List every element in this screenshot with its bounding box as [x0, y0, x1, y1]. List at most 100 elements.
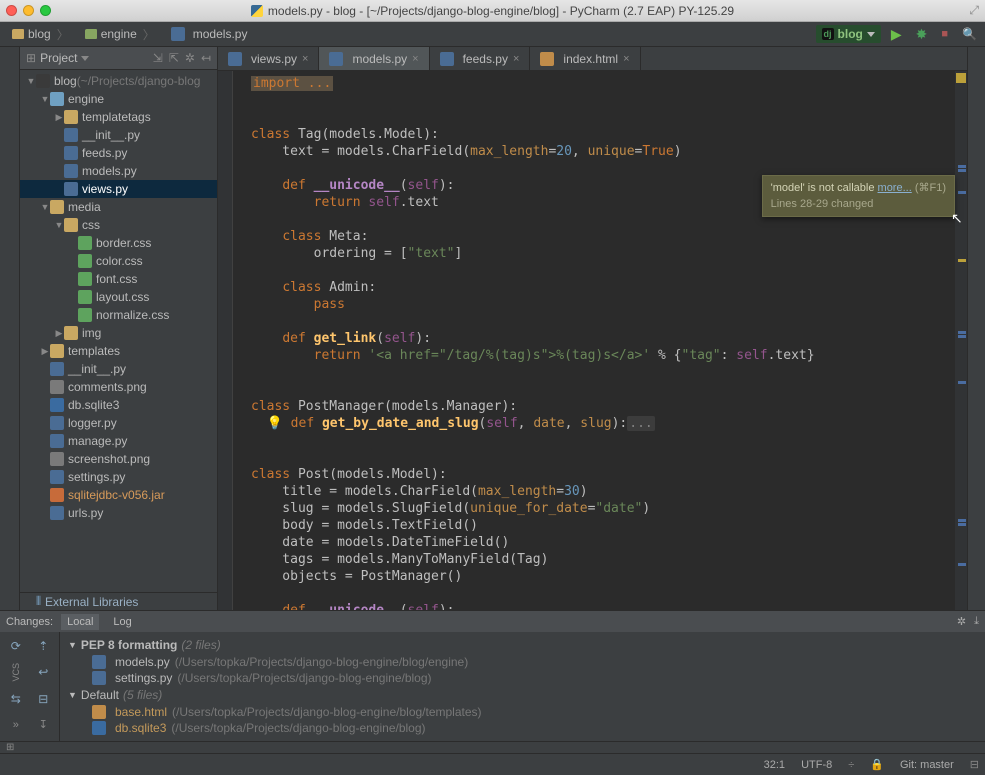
tree-row-manage-py[interactable]: manage.py	[20, 432, 217, 450]
py-file-icon	[92, 655, 106, 669]
tree-row-logger-py[interactable]: logger.py	[20, 414, 217, 432]
tree-label: settings.py	[68, 470, 125, 484]
editor-tab-index-html[interactable]: index.html×	[530, 47, 640, 70]
gear-icon[interactable]: ✲	[185, 51, 195, 65]
caret-position[interactable]: 32:1	[764, 759, 785, 771]
fold-gutter[interactable]	[233, 71, 247, 610]
tree-row-blog[interactable]: blog (~/Projects/django-blog	[20, 72, 217, 90]
expand-all-icon[interactable]: »	[4, 715, 28, 735]
tree-arrow-icon[interactable]	[54, 112, 64, 123]
folded-region[interactable]: ...	[627, 416, 654, 431]
run-config-selector[interactable]: dj blog	[816, 25, 881, 43]
changed-file[interactable]: base.html (/Users/topka/Projects/django-…	[68, 704, 977, 720]
tooltip-more-link[interactable]: more...	[878, 182, 912, 194]
debug-button[interactable]: ✸	[912, 24, 932, 45]
gear-icon[interactable]: ✲	[957, 615, 966, 628]
error-stripe[interactable]	[955, 71, 967, 610]
scroll-from-source-icon[interactable]: ⇲	[153, 51, 163, 65]
close-tab-icon[interactable]: ×	[412, 53, 418, 65]
git-branch[interactable]: Git: master	[900, 759, 954, 771]
tree-row-views-py[interactable]: views.py	[20, 180, 217, 198]
tree-row-css[interactable]: css	[20, 216, 217, 234]
tree-row-comments-png[interactable]: comments.png	[20, 378, 217, 396]
editor-tab-feeds-py[interactable]: feeds.py×	[430, 47, 531, 70]
py-file-icon	[228, 52, 242, 66]
collapse-all-icon[interactable]: ⇱	[169, 51, 179, 65]
tree-label: engine	[68, 92, 104, 106]
changed-file[interactable]: settings.py (/Users/topka/Projects/djang…	[68, 670, 977, 686]
changelist-default[interactable]: ▼ Default (5 files)	[68, 686, 977, 704]
tree-row-font-css[interactable]: font.css	[20, 270, 217, 288]
run-button[interactable]: ▶	[887, 24, 906, 45]
file-encoding[interactable]: UTF-8	[801, 759, 832, 771]
tree-row-feeds-py[interactable]: feeds.py	[20, 144, 217, 162]
collapse-all-icon[interactable]: ↧	[32, 715, 56, 735]
commit-icon[interactable]: ⇡	[32, 636, 56, 656]
close-tab-icon[interactable]: ×	[623, 53, 629, 65]
hide-tool-icon[interactable]: ⤓	[974, 615, 979, 628]
tree-arrow-icon[interactable]	[40, 202, 50, 212]
stop-button[interactable]: ■	[937, 26, 952, 42]
tree-row-normalize-css[interactable]: normalize.css	[20, 306, 217, 324]
dir-icon	[50, 344, 64, 358]
hide-tool-icon[interactable]: ↤	[201, 51, 211, 65]
folded-imports[interactable]: import ...	[251, 76, 333, 91]
tree-row-templatetags[interactable]: templatetags	[20, 108, 217, 126]
inspection-indicator[interactable]	[956, 73, 966, 83]
tree-row-settings-py[interactable]: settings.py	[20, 468, 217, 486]
changed-file[interactable]: models.py (/Users/topka/Projects/django-…	[68, 654, 977, 670]
editor-gutter[interactable]	[218, 71, 233, 610]
tree-row-layout-css[interactable]: layout.css	[20, 288, 217, 306]
close-window[interactable]	[6, 5, 17, 16]
tree-row-__init__-py[interactable]: __init__.py	[20, 360, 217, 378]
tree-arrow-icon[interactable]	[40, 346, 50, 357]
changes-tab-local[interactable]: Local	[61, 614, 99, 630]
diff-icon[interactable]: ⇆	[4, 689, 28, 709]
editor-tab-views-py[interactable]: views.py×	[218, 47, 319, 70]
tree-row-engine[interactable]: engine	[20, 90, 217, 108]
close-tab-icon[interactable]: ×	[513, 53, 519, 65]
breadcrumb-engine[interactable]: engine 〉	[77, 24, 163, 45]
tree-arrow-icon[interactable]	[54, 328, 64, 339]
rollback-icon[interactable]: ↩	[32, 662, 56, 682]
changed-file-path: (/Users/topka/Projects/django-blog-engin…	[171, 721, 425, 735]
tree-arrow-icon[interactable]	[40, 94, 50, 104]
changelist-pep8[interactable]: ▼ PEP 8 formatting (2 files)	[68, 636, 977, 654]
tree-row-color-css[interactable]: color.css	[20, 252, 217, 270]
tree-row-screenshot-png[interactable]: screenshot.png	[20, 450, 217, 468]
project-tree[interactable]: blog (~/Projects/django-blog engine templa…	[20, 70, 217, 592]
project-tool-header[interactable]: ⊞ Project ⇲ ⇱ ✲ ↤	[20, 47, 217, 70]
breadcrumb-file[interactable]: models.py	[163, 25, 256, 43]
tree-row-models-py[interactable]: models.py	[20, 162, 217, 180]
editor-code[interactable]: import ... class Tag(models.Model): text…	[247, 71, 955, 610]
zoom-window[interactable]	[40, 5, 51, 16]
tree-row-templates[interactable]: templates	[20, 342, 217, 360]
close-tab-icon[interactable]: ×	[302, 53, 308, 65]
changes-tab-log[interactable]: Log	[107, 614, 137, 630]
project-view-icon: ⊞	[26, 51, 36, 65]
tree-row-border-css[interactable]: border.css	[20, 234, 217, 252]
tree-row-img[interactable]: img	[20, 324, 217, 342]
breadcrumb-blog[interactable]: blog 〉	[4, 24, 77, 45]
external-libraries[interactable]: ⫴ External Libraries	[20, 592, 217, 610]
changed-file[interactable]: db.sqlite3 (/Users/topka/Projects/django…	[68, 720, 977, 736]
editor-tab-models-py[interactable]: models.py×	[319, 47, 429, 70]
search-everywhere-button[interactable]: 🔍	[958, 25, 981, 43]
resize-grip-icon[interactable]: ⤢	[969, 3, 979, 18]
tree-row-media[interactable]: media	[20, 198, 217, 216]
tree-arrow-icon[interactable]	[54, 220, 64, 230]
breadcrumb-label: blog	[28, 27, 51, 41]
tree-row-__init__-py[interactable]: __init__.py	[20, 126, 217, 144]
tree-row-sqlitejdbc-v056-jar[interactable]: sqlitejdbc-v056.jar	[20, 486, 217, 504]
tool-window-quick-access[interactable]: ⊞	[6, 742, 14, 753]
tree-arrow-icon[interactable]	[26, 76, 36, 86]
changes-tree[interactable]: ▼ PEP 8 formatting (2 files) models.py (…	[60, 632, 985, 741]
shelve-icon[interactable]: ⊟	[32, 689, 56, 709]
notifications-icon[interactable]: ⊟	[970, 758, 979, 771]
minimize-window[interactable]	[23, 5, 34, 16]
tree-row-urls-py[interactable]: urls.py	[20, 504, 217, 522]
readonly-lock-icon[interactable]: 🔒	[870, 758, 884, 771]
refresh-icon[interactable]: ⟳	[4, 636, 28, 656]
tree-row-db-sqlite3[interactable]: db.sqlite3	[20, 396, 217, 414]
dir-icon	[50, 200, 64, 214]
